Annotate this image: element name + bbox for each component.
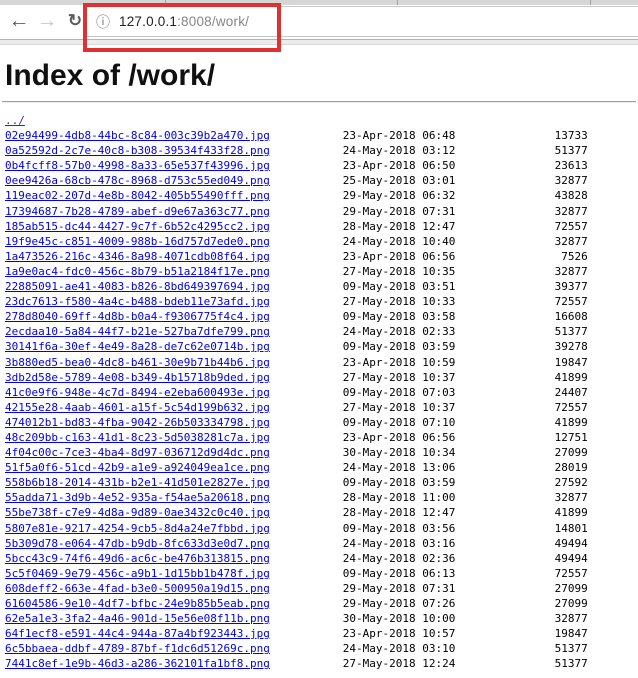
browser-toolbar: ← → ↻ ⓘ 127.0.0.1:8008/work/ [0,5,638,39]
file-link[interactable]: 55adda71-3d9b-4e52-935a-f54ae5a20618.png [5,491,270,504]
file-link[interactable]: 6c5bbaea-ddbf-4789-87bf-f1dc6d51269c.png [5,642,270,655]
file-link[interactable]: 5b309d78-e064-47db-b9db-8fc633d3e0d7.png [5,537,270,550]
file-meta: 23-Apr-2018 10:57 19847 [342,627,588,641]
file-meta: 09-May-2018 03:51 39377 [342,280,588,294]
file-link[interactable]: 7441c8ef-1e9b-46d3-a286-362101fa1bf8.png [5,657,270,670]
file-meta: 09-May-2018 03:59 39278 [342,340,588,354]
file-link[interactable]: 4f04c00c-7ce3-4ba4-8d97-036712d9d4dc.png [5,446,270,459]
file-meta: 29-May-2018 07:31 27099 [342,581,588,595]
file-link[interactable]: 23dc7613-f580-4a4c-b488-bdeb11e73afd.jpg [5,295,270,308]
file-meta: 09-May-2018 03:58 16608 [342,310,588,324]
file-link[interactable]: 62e5a1e3-3fa2-4a46-901d-15e56e08f11b.png [5,612,270,625]
file-meta: 23-Apr-2018 10:59 19847 [342,355,588,369]
file-link[interactable]: 3b880ed5-bea0-4dc8-b461-30e9b71b44b6.jpg [5,356,270,369]
file-meta: 27-May-2018 10:35 32877 [342,264,588,278]
url-bar[interactable]: ⓘ 127.0.0.1:8008/work/ [85,6,638,37]
file-link[interactable]: 22885091-ae41-4083-b826-8bd649397694.jpg [5,280,270,293]
page-title: Index of /work/ [5,59,216,92]
file-link[interactable]: 5bcc43c9-74f6-49d6-ac6c-be476b313815.png [5,552,270,565]
file-meta: 29-May-2018 06:32 43828 [342,189,588,203]
file-link[interactable]: 2ecdaa10-5a84-44f7-b21e-527ba7dfe799.png [5,325,270,338]
file-meta: 09-May-2018 03:56 14801 [342,521,588,535]
file-link[interactable]: 474012b1-bd83-4fba-9042-26b503334798.jpg [5,416,270,429]
file-meta: 28-May-2018 11:00 32877 [342,491,588,505]
file-meta: 09-May-2018 07:03 24407 [342,385,588,399]
file-meta: 24-May-2018 03:10 51377 [342,642,588,656]
file-meta: 27-May-2018 10:37 41899 [342,370,588,384]
file-meta: 27-May-2018 10:33 72557 [342,295,588,309]
file-meta: 09-May-2018 07:10 41899 [342,415,588,429]
url-path: :8008/work/ [177,14,250,29]
file-listing: ../ 02e94499-4db8-44bc-8c84-003c39b2a470… [5,113,638,671]
file-meta: 30-May-2018 10:00 32877 [342,612,588,626]
parent-dir-link[interactable]: ../ [5,114,25,127]
file-meta: 23-Apr-2018 06:50 23613 [342,159,588,173]
url-text: 127.0.0.1:8008/work/ [119,14,249,29]
file-link[interactable]: 0ee9426a-68cb-478c-8968-d753c55ed049.png [5,174,270,187]
file-meta: 09-May-2018 03:59 27592 [342,476,588,490]
file-link[interactable]: 41c0e9f6-948e-4c7d-8494-e2eba600493e.jpg [5,386,270,399]
file-meta: 24-May-2018 02:36 49494 [342,551,588,565]
page-info-icon[interactable]: ⓘ [96,12,110,32]
file-meta: 29-May-2018 07:31 32877 [342,204,588,218]
url-host: 127.0.0.1 [119,14,178,29]
file-meta: 23-Apr-2018 06:56 12751 [342,430,588,444]
browser-window: ← → ↻ ⓘ 127.0.0.1:8008/work/ Index of /w… [0,0,638,678]
file-link[interactable]: 48c209bb-c163-41d1-8c23-5d5038281c7a.jpg [5,431,270,444]
file-link[interactable]: 558b6b18-2014-431b-b2e1-41d501e2827e.jpg [5,476,270,489]
file-link[interactable]: 0b4fcff8-57b0-4998-8a33-65e537f43996.jpg [5,159,270,172]
reload-icon: ↻ [67,11,83,30]
file-meta: 23-Apr-2018 06:56 7526 [342,249,588,263]
file-link[interactable]: 55be738f-c7e9-4d8a-9d89-0ae3432c0c40.jpg [5,506,270,519]
file-link[interactable]: 02e94499-4db8-44bc-8c84-003c39b2a470.jpg [5,129,270,142]
file-link[interactable]: 185ab515-dc44-4427-9c7f-6b52c4295cc2.jpg [5,220,270,233]
file-meta: 24-May-2018 13:06 28019 [342,461,588,475]
divider-rule [2,101,636,103]
file-link[interactable]: 51f5a0f6-51cd-42b9-a1e9-a924049ea1ce.png [5,461,270,474]
file-link[interactable]: 30141f6a-30ef-4e49-8a28-de7c62e0714b.jpg [5,340,270,353]
file-link[interactable]: 19f9e45c-c851-4009-988b-16d757d7ede0.png [5,235,270,248]
file-link[interactable]: 278d8040-69ff-4d8b-b0a4-f9306775f4c4.jpg [5,310,270,323]
file-link[interactable]: 3db2d58e-5789-4e08-b349-4b15718b9ded.jpg [5,371,270,384]
page-content: Index of /work/ ../ 02e94499-4db8-44bc-8… [0,45,638,678]
back-button[interactable]: ← [6,7,32,35]
file-meta: 25-May-2018 03:01 32877 [342,174,588,188]
file-link[interactable]: 61604586-9e10-4df7-bfbc-24e9b85b5eab.png [5,597,270,610]
file-link[interactable]: 5807e81e-9217-4254-9cb5-8d4a24e7fbbd.jpg [5,522,270,535]
file-link[interactable]: 17394687-7b28-4789-abef-d9e67a363c77.png [5,205,270,218]
file-meta: 27-May-2018 10:37 72557 [342,400,588,414]
file-meta: 23-Apr-2018 06:48 13733 [342,129,588,143]
file-meta: 28-May-2018 12:47 41899 [342,506,588,520]
file-meta: 30-May-2018 10:34 27099 [342,446,588,460]
file-link[interactable]: 5c5f0469-9e79-456c-a9b1-1d15bb1b478f.jpg [5,567,270,580]
file-meta: 29-May-2018 07:26 27099 [342,597,588,610]
file-link[interactable]: 119eac02-207d-4e8b-8042-405b55490fff.png [5,189,270,202]
file-meta: 27-May-2018 12:24 51377 [342,657,588,671]
file-meta: 24-May-2018 03:16 49494 [342,536,588,550]
file-meta: 28-May-2018 12:47 72557 [342,219,588,233]
file-meta: 09-May-2018 06:13 72557 [342,566,588,580]
file-link[interactable]: 1a9e0ac4-fdc0-456c-8b79-b51a2184f17e.png [5,265,270,278]
forward-button[interactable]: → [34,7,60,35]
back-icon: ← [8,9,30,32]
file-meta: 24-May-2018 02:33 51377 [342,325,588,339]
file-link[interactable]: 0a52592d-2c7e-40c8-b308-39534f433f28.png [5,144,270,157]
file-link[interactable]: 1a473526-216c-4346-8a98-4071cdb08f64.jpg [5,250,270,263]
file-link[interactable]: 42155e28-4aab-4601-a15f-5c54d199b632.jpg [5,401,270,414]
forward-icon: → [36,9,58,32]
file-meta: 24-May-2018 03:12 51377 [342,144,588,158]
file-link[interactable]: 608deff2-663e-4fad-b3e0-500950a19d15.png [5,582,270,595]
file-meta: 24-May-2018 10:40 32877 [342,234,588,248]
file-link[interactable]: 64f1ecf8-e591-44c4-944a-87a4bf923443.jpg [5,627,270,640]
